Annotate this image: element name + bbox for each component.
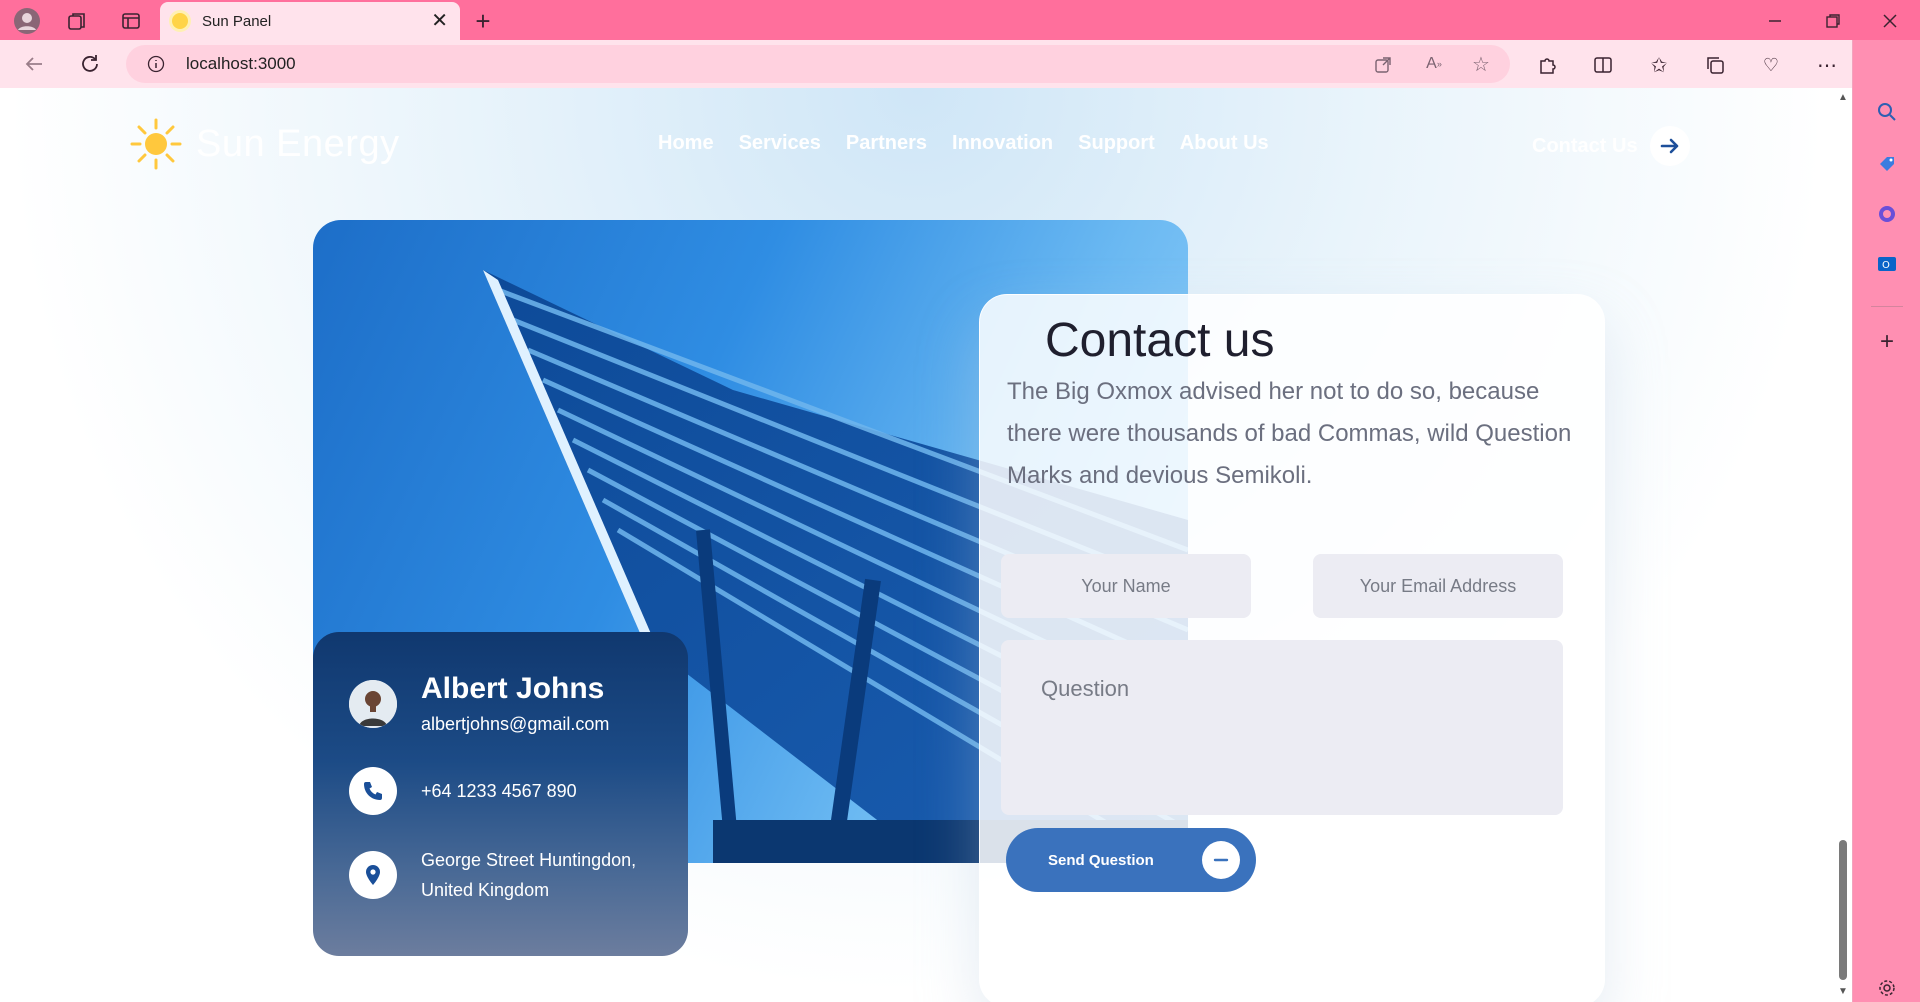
- nav-innovation[interactable]: Innovation: [952, 132, 1053, 155]
- arrow-right-icon: [1649, 126, 1690, 166]
- profile-icon[interactable]: [12, 6, 42, 36]
- shopping-tag-icon[interactable]: [1875, 152, 1899, 176]
- browser-sidebar: O +: [1852, 40, 1920, 1002]
- url-text: localhost:3000: [186, 54, 296, 73]
- extensions-icon[interactable]: [1534, 52, 1560, 78]
- send-question-label: Send Question: [1048, 851, 1154, 869]
- close-tab-icon[interactable]: ✕: [431, 11, 448, 31]
- read-aloud-icon[interactable]: A»: [1422, 53, 1446, 75]
- scroll-up-icon[interactable]: ▲: [1838, 92, 1848, 103]
- rail-divider: [1871, 306, 1903, 307]
- address-bar-row: localhost:3000 A» ☆ ✩ ♡ ⋯: [0, 40, 1920, 88]
- contact-form-card: Contact us The Big Oxmox advised her not…: [979, 294, 1605, 1002]
- nav-home[interactable]: Home: [658, 132, 714, 155]
- contact-title: Contact us: [1045, 314, 1275, 367]
- search-icon[interactable]: [1875, 100, 1899, 124]
- workspaces-icon[interactable]: [64, 8, 90, 34]
- address-row: George Street Huntingdon, United Kingdom: [349, 845, 652, 905]
- site-info-icon[interactable]: [146, 54, 166, 74]
- favorites-icon[interactable]: ✩: [1646, 52, 1672, 78]
- contact-info-card: Albert Johns albertjohns@gmail.com +64 1…: [313, 632, 688, 956]
- scroll-down-icon[interactable]: ▼: [1838, 986, 1848, 997]
- person-email[interactable]: albertjohns@gmail.com: [421, 714, 609, 735]
- split-screen-icon[interactable]: [1590, 52, 1616, 78]
- email-input[interactable]: [1313, 554, 1563, 618]
- copilot-sidebar-icon[interactable]: [1875, 202, 1899, 226]
- sun-favicon-icon: [172, 13, 188, 29]
- tab-title: Sun Panel: [202, 12, 272, 30]
- phone-number[interactable]: +64 1233 4567 890: [421, 776, 577, 806]
- minus-icon: [1202, 841, 1240, 879]
- question-textarea[interactable]: [1001, 640, 1563, 815]
- more-options-icon[interactable]: ⋯: [1814, 52, 1840, 78]
- send-question-button[interactable]: Send Question: [1006, 828, 1256, 892]
- brand-name: Sun Energy: [196, 122, 400, 165]
- tab-bar: Sun Panel ✕ +: [0, 0, 1920, 40]
- page-viewport: Sun Energy Home Services Partners Innova…: [0, 88, 1834, 1002]
- browser-essentials-icon[interactable]: ♡: [1758, 52, 1784, 78]
- contact-us-link[interactable]: Contact Us: [1532, 126, 1690, 166]
- avatar: [349, 679, 397, 728]
- name-input[interactable]: [1001, 554, 1251, 618]
- settings-gear-icon[interactable]: [1875, 976, 1899, 1000]
- nav-partners[interactable]: Partners: [846, 132, 927, 155]
- person-name: Albert Johns: [421, 672, 605, 705]
- phone-icon: [349, 767, 397, 815]
- restore-icon[interactable]: [1820, 8, 1846, 34]
- favorite-star-icon[interactable]: ☆: [1470, 53, 1492, 76]
- add-sidebar-app-icon[interactable]: +: [1875, 328, 1899, 355]
- nav-about-us[interactable]: About Us: [1180, 132, 1269, 155]
- nav-support[interactable]: Support: [1078, 132, 1155, 155]
- window-close-icon[interactable]: [1877, 8, 1903, 34]
- open-in-app-icon[interactable]: [1372, 54, 1394, 76]
- tab-actions-icon[interactable]: [118, 8, 144, 34]
- location-pin-icon: [349, 851, 397, 899]
- phone-row: +64 1233 4567 890: [349, 767, 652, 815]
- svg-text:O: O: [1882, 260, 1890, 271]
- new-tab-icon[interactable]: +: [468, 6, 498, 36]
- nav-services[interactable]: Services: [739, 132, 821, 155]
- active-tab[interactable]: Sun Panel ✕: [160, 2, 460, 40]
- contact-description: The Big Oxmox advised her not to do so, …: [1007, 378, 1572, 489]
- outlook-icon[interactable]: O: [1875, 252, 1899, 276]
- address-line-1: George Street Huntingdon,: [421, 850, 637, 870]
- brand-logo[interactable]: Sun Energy: [128, 116, 400, 172]
- refresh-icon[interactable]: [76, 50, 104, 78]
- scroll-thumb[interactable]: [1839, 840, 1847, 980]
- minimize-icon[interactable]: [1762, 8, 1788, 34]
- person-row: Albert Johns albertjohns@gmail.com: [349, 672, 652, 735]
- person-avatar-icon: [349, 679, 397, 728]
- omnibox[interactable]: localhost:3000 A» ☆: [126, 45, 1510, 83]
- back-icon[interactable]: [20, 50, 48, 78]
- page-scrollbar[interactable]: ▲ ▼: [1834, 88, 1852, 1002]
- contact-us-label: Contact Us: [1532, 134, 1638, 157]
- main-nav: Home Services Partners Innovation Suppor…: [658, 132, 1269, 155]
- sun-logo-icon: [130, 118, 182, 170]
- collections-icon[interactable]: [1702, 52, 1728, 78]
- address-line-2: United Kingdom: [421, 880, 550, 900]
